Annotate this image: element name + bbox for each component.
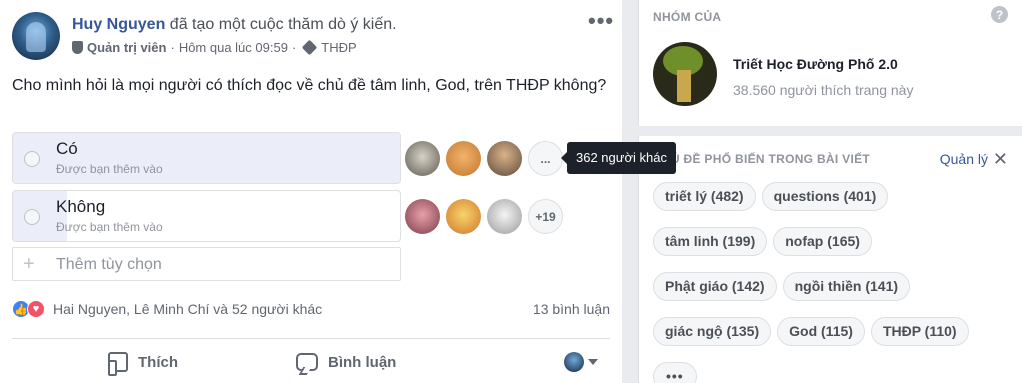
topic-chip[interactable]: THĐP (110) (870, 317, 969, 346)
more-voters-button[interactable]: +19 (528, 199, 563, 234)
post-header: Huy Nguyen đã tạo một cuộc thăm dò ý kiế… (72, 14, 572, 56)
meta-separator: · (170, 40, 175, 55)
poll-radio[interactable] (24, 151, 40, 167)
group-name[interactable]: Triết Học Đường Phố 2.0 (733, 56, 898, 72)
add-option-placeholder: Thêm tùy chọn (56, 256, 162, 273)
identity-avatar (564, 352, 584, 372)
poll-radio[interactable] (24, 209, 40, 225)
comments-count[interactable]: 13 bình luận (533, 301, 610, 317)
add-option-input[interactable]: + Thêm tùy chọn (12, 247, 401, 281)
post-question: Cho mình hỏi là mọi người có thích đọc v… (12, 77, 607, 94)
author-role: Quản trị viên (87, 40, 167, 55)
group-likes: 38.560 người thích trang này (733, 82, 914, 98)
author-name[interactable]: Huy Nguyen (72, 16, 165, 33)
thumbs-up-icon (108, 352, 128, 376)
topic-chip[interactable]: giác ngộ (135) (653, 317, 772, 346)
voters-khong: +19 (405, 199, 563, 234)
post-meta: Quản trị viên · Hôm qua lúc 09:59 · THĐP (72, 39, 572, 56)
chevron-down-icon (588, 359, 598, 365)
more-topics-button[interactable]: ••• (653, 362, 697, 383)
post-as-selector[interactable] (564, 352, 598, 372)
topic-chip[interactable]: God (115) (777, 317, 865, 346)
group-card-heading: NHÓM CỦA (653, 10, 722, 24)
post-actions: Thích Bình luận (12, 346, 610, 378)
reactions-bar: 👍 ♥ Hai Nguyen, Lê Minh Chí và 52 người … (12, 300, 610, 318)
poll-option-added-by: Được bạn thêm vào (56, 220, 163, 234)
shield-icon (72, 41, 83, 54)
voters-co: ... (405, 141, 563, 176)
topic-chips: triết lý (482) questions (401) tâm linh … (653, 182, 1013, 383)
more-options-icon[interactable]: ••• (588, 10, 614, 32)
post-timestamp[interactable]: Hôm qua lúc 09:59 (179, 40, 288, 55)
poll-option-co[interactable]: Có Được bạn thêm vào (12, 132, 401, 184)
reaction-names[interactable]: Hai Nguyen, Lê Minh Chí và 52 người khác (53, 301, 322, 317)
voter-avatar[interactable] (487, 199, 522, 234)
plus-icon: + (23, 253, 35, 275)
divider (12, 338, 610, 339)
topic-chip[interactable]: nofap (165) (773, 227, 872, 256)
like-label: Thích (138, 353, 178, 371)
poll-option-added-by: Được bạn thêm vào (56, 162, 163, 176)
comment-button[interactable]: Bình luận (296, 346, 396, 378)
poll-option-khong[interactable]: Không Được bạn thêm vào (12, 190, 401, 242)
group-avatar[interactable] (653, 42, 717, 106)
voters-tooltip: 362 người khác (561, 142, 676, 174)
comment-icon (296, 353, 318, 371)
group-info-card: NHÓM CỦA ? Triết Học Đường Phố 2.0 38.56… (638, 0, 1022, 126)
help-icon[interactable]: ? (991, 6, 1008, 23)
meta-separator-2: · (291, 40, 297, 55)
post-tag[interactable]: THĐP (321, 40, 356, 55)
topic-chip[interactable]: Phật giáo (142) (653, 272, 777, 301)
comment-label: Bình luận (328, 353, 397, 371)
love-reaction-icon[interactable]: ♥ (27, 300, 45, 318)
voter-avatar[interactable] (446, 141, 481, 176)
voter-avatar[interactable] (446, 199, 481, 234)
voter-avatar[interactable] (405, 141, 440, 176)
popular-topics-card: CHỦ ĐỀ PHỔ BIẾN TRONG BÀI VIẾT Quản lý ✕… (638, 136, 1022, 383)
voter-avatar[interactable] (405, 199, 440, 234)
poll-option-label: Có (56, 139, 78, 158)
topic-chip[interactable]: ngồi thiền (141) (782, 272, 911, 301)
topic-chip[interactable]: triết lý (482) (653, 182, 756, 211)
author-avatar[interactable] (12, 12, 60, 60)
close-icon[interactable]: ✕ (993, 149, 1008, 170)
like-button[interactable]: Thích (108, 346, 178, 378)
more-voters-button[interactable]: ... (528, 141, 563, 176)
tag-icon (302, 39, 318, 56)
topic-chip[interactable]: tâm linh (199) (653, 227, 768, 256)
post-action-text: đã tạo một cuộc thăm dò ý kiến. (165, 16, 397, 33)
poll-post: Huy Nguyen đã tạo một cuộc thăm dò ý kiế… (0, 0, 676, 383)
poll-option-label: Không (56, 197, 106, 216)
voter-avatar[interactable] (487, 141, 522, 176)
topics-heading: CHỦ ĐỀ PHỔ BIẾN TRONG BÀI VIẾT (653, 152, 871, 166)
manage-topics-link[interactable]: Quản lý (940, 151, 988, 167)
topic-chip[interactable]: questions (401) (761, 182, 889, 211)
